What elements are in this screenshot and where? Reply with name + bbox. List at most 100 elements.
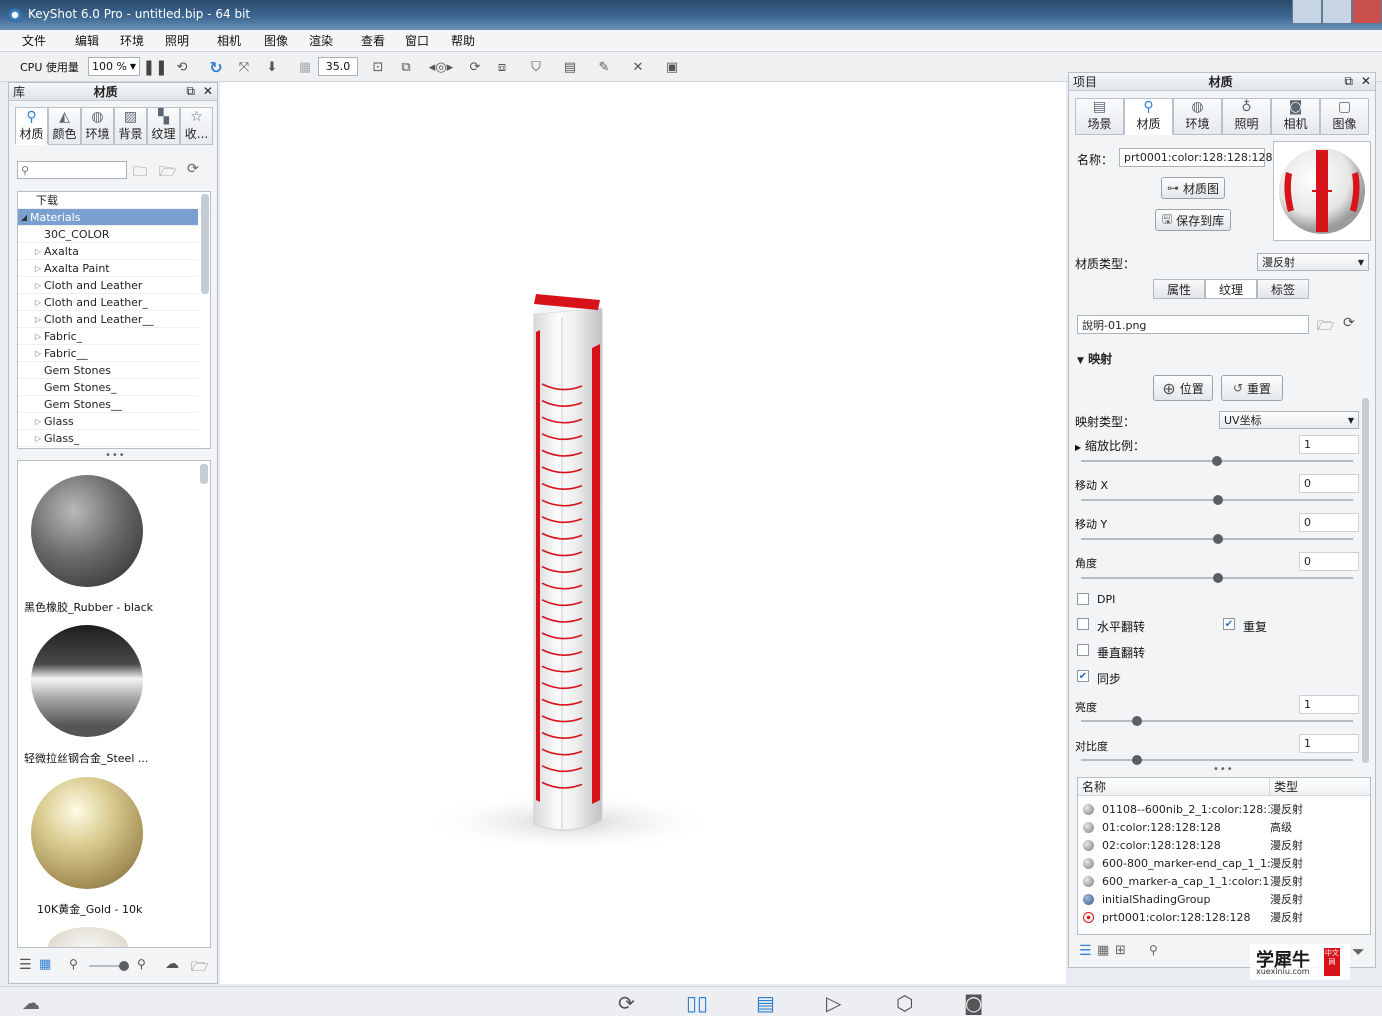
pause-icon[interactable]: ❚❚ <box>142 57 167 77</box>
tree-item[interactable]: ▷ Axalta Paint <box>18 260 198 277</box>
reload-texture-icon[interactable]: ⟳ <box>1343 315 1355 331</box>
upload-cloud-icon[interactable]: ☁ <box>165 956 179 972</box>
save-to-library-button[interactable]: 🖫 保存到库 <box>1155 209 1231 231</box>
tab-camera[interactable]: ◙ 相机 <box>1271 98 1320 135</box>
cloud-icon[interactable]: ☁ <box>22 993 40 1014</box>
angle-slider[interactable] <box>1081 573 1353 583</box>
tree-item[interactable]: Gem Stones__ <box>18 396 198 413</box>
menu-environment[interactable]: 环境 <box>120 32 165 49</box>
zoom-out-icon[interactable]: ⚲ <box>1149 943 1158 957</box>
tab-material[interactable]: ⚲ 材质 <box>1124 98 1173 135</box>
region-render-icon[interactable]: ⊡ <box>368 57 388 77</box>
menu-camera[interactable]: 相机 <box>217 32 264 49</box>
menu-window[interactable]: 窗口 <box>405 32 451 49</box>
reset-button[interactable]: ↺ 重置 <box>1221 375 1283 401</box>
tab-lighting[interactable]: ♁ 照明 <box>1222 98 1271 135</box>
filter-icon[interactable]: ⏷ <box>1352 942 1365 962</box>
drop-to-ground-icon[interactable]: ⬇ <box>262 57 282 77</box>
list-item[interactable]: 600_marker-a_cap_1_1:color:128 漫反射 <box>1078 872 1370 890</box>
tab-backgrounds[interactable]: ▨ 背景 <box>114 107 147 145</box>
tree-item[interactable]: ▷ Fabric__ <box>18 345 198 362</box>
scale-label[interactable]: ▶ 缩放比例： <box>1075 437 1145 454</box>
scale-slider[interactable] <box>1081 456 1353 466</box>
cpu-usage-select[interactable]: 100 % ▼ <box>88 57 140 76</box>
material-name-input[interactable]: prt0001:color:128:128:128 <box>1119 148 1273 167</box>
tab-colors[interactable]: ◭ 颜色 <box>48 107 81 145</box>
list-view-icon[interactable]: ☰ <box>1079 943 1092 959</box>
offset-x-input[interactable]: 0 <box>1299 474 1359 493</box>
subtab-textures[interactable]: 纹理 <box>1205 279 1257 299</box>
keyshot-vr-icon[interactable]: ⬡ <box>896 991 913 1015</box>
tree-item-materials[interactable]: ◢ Materials <box>18 209 198 226</box>
menu-view[interactable]: 查看 <box>361 32 405 49</box>
slider-knob[interactable] <box>1213 573 1223 583</box>
thumbnail-size-slider[interactable] <box>89 961 129 971</box>
zoom-out-icon[interactable]: ⚲ <box>69 957 78 971</box>
material-thumb-partial[interactable] <box>48 927 128 947</box>
camera-nav-icon[interactable]: ◂◎▸ <box>422 57 460 77</box>
menu-render[interactable]: 渲染 <box>309 32 361 49</box>
tree-item[interactable]: ▷ Cloth and Leather <box>18 277 198 294</box>
perspective-grid-icon[interactable]: ▦ <box>296 57 314 77</box>
slider-knob[interactable] <box>1132 755 1142 765</box>
column-header-type[interactable]: 类型 <box>1270 778 1298 795</box>
horizontal-flip-checkbox[interactable] <box>1077 618 1089 630</box>
vertical-flip-checkbox[interactable] <box>1077 644 1089 656</box>
shield-icon[interactable]: ⛉ <box>526 57 546 77</box>
offset-y-input[interactable]: 0 <box>1299 513 1359 532</box>
tab-favorites[interactable]: ☆ 收... <box>180 107 213 145</box>
float-panel-icon[interactable]: ⧉ <box>1344 74 1353 88</box>
scale-input[interactable]: 1 <box>1299 435 1359 454</box>
add-folder-icon[interactable]: 🗀 <box>133 161 147 185</box>
list-item[interactable]: 01:color:128:128:128 高级 <box>1078 818 1370 836</box>
subtab-properties[interactable]: 属性 <box>1153 279 1205 299</box>
list-view-icon[interactable]: ☰ <box>19 957 32 973</box>
splitter-handle[interactable]: ••• <box>1213 764 1234 775</box>
list-item[interactable]: 01108--600nib_2_1:color:128:128 漫反射 <box>1078 800 1370 818</box>
thumbnails-scrollbar[interactable] <box>200 464 208 484</box>
import-icon[interactable]: ⟳ <box>618 991 635 1015</box>
detail-view-icon[interactable]: ⊞ <box>1115 943 1126 958</box>
tree-item[interactable]: Gem Stones <box>18 362 198 379</box>
script-console-icon[interactable]: ▣ <box>662 57 682 77</box>
contrast-slider[interactable] <box>1081 755 1353 765</box>
material-thumb-rubber[interactable] <box>31 475 143 587</box>
tree-scrollbar[interactable] <box>201 194 209 294</box>
dpi-checkbox[interactable] <box>1077 593 1089 605</box>
tree-item[interactable]: ▷ Fabric_ <box>18 328 198 345</box>
brightness-input[interactable]: 1 <box>1299 695 1359 714</box>
tree-item[interactable]: Gem Stones_ <box>18 379 198 396</box>
library-book-icon[interactable]: ▯▯ <box>686 991 708 1015</box>
tree-item[interactable]: ▷ Cloth and Leather__ <box>18 311 198 328</box>
offset-y-slider[interactable] <box>1081 534 1353 544</box>
performance-mode-icon[interactable]: ⟲ <box>172 57 192 77</box>
material-thumb-steel[interactable] <box>31 625 143 737</box>
brightness-slider[interactable] <box>1081 716 1353 726</box>
zoom-in-icon[interactable]: ⚲ <box>137 957 146 971</box>
menu-edit[interactable]: 编辑 <box>75 32 120 49</box>
column-header-name[interactable]: 名称 <box>1078 778 1270 795</box>
mapping-type-select[interactable]: UV坐标 ▼ <box>1219 411 1359 429</box>
close-panel-icon[interactable]: ✕ <box>203 84 213 98</box>
material-thumb-gold[interactable] <box>31 777 143 889</box>
panel-layout-icon[interactable]: ▤ <box>560 57 580 77</box>
tree-item[interactable]: 30C_COLOR <box>18 226 198 243</box>
angle-input[interactable]: 0 <box>1299 552 1359 571</box>
offset-x-slider[interactable] <box>1081 495 1353 505</box>
remove-folder-icon[interactable]: 🗁 <box>159 161 176 185</box>
slider-knob[interactable] <box>1212 456 1222 466</box>
geometry-icon[interactable]: ✕ <box>628 57 648 77</box>
fit-view-icon[interactable]: ⤧ <box>234 57 254 77</box>
tab-textures[interactable]: ▚ 纹理 <box>147 107 180 145</box>
material-type-select[interactable]: 漫反射 ▼ <box>1257 253 1369 271</box>
tree-item[interactable]: ▷ Cloth and Leather_ <box>18 294 198 311</box>
menu-help[interactable]: 帮助 <box>451 32 491 49</box>
animation-icon[interactable]: ▷ <box>826 991 841 1015</box>
refresh-icon[interactable]: ↻ <box>206 57 226 77</box>
screenshot-icon[interactable]: ⧉ <box>396 57 416 77</box>
menu-file[interactable]: 文件 <box>22 32 75 49</box>
slider-knob[interactable] <box>1213 495 1223 505</box>
library-search-input[interactable]: ⚲ <box>17 161 127 179</box>
sync-checkbox[interactable]: ✔ <box>1077 670 1089 682</box>
tree-item[interactable]: ▷ Glass <box>18 413 198 430</box>
